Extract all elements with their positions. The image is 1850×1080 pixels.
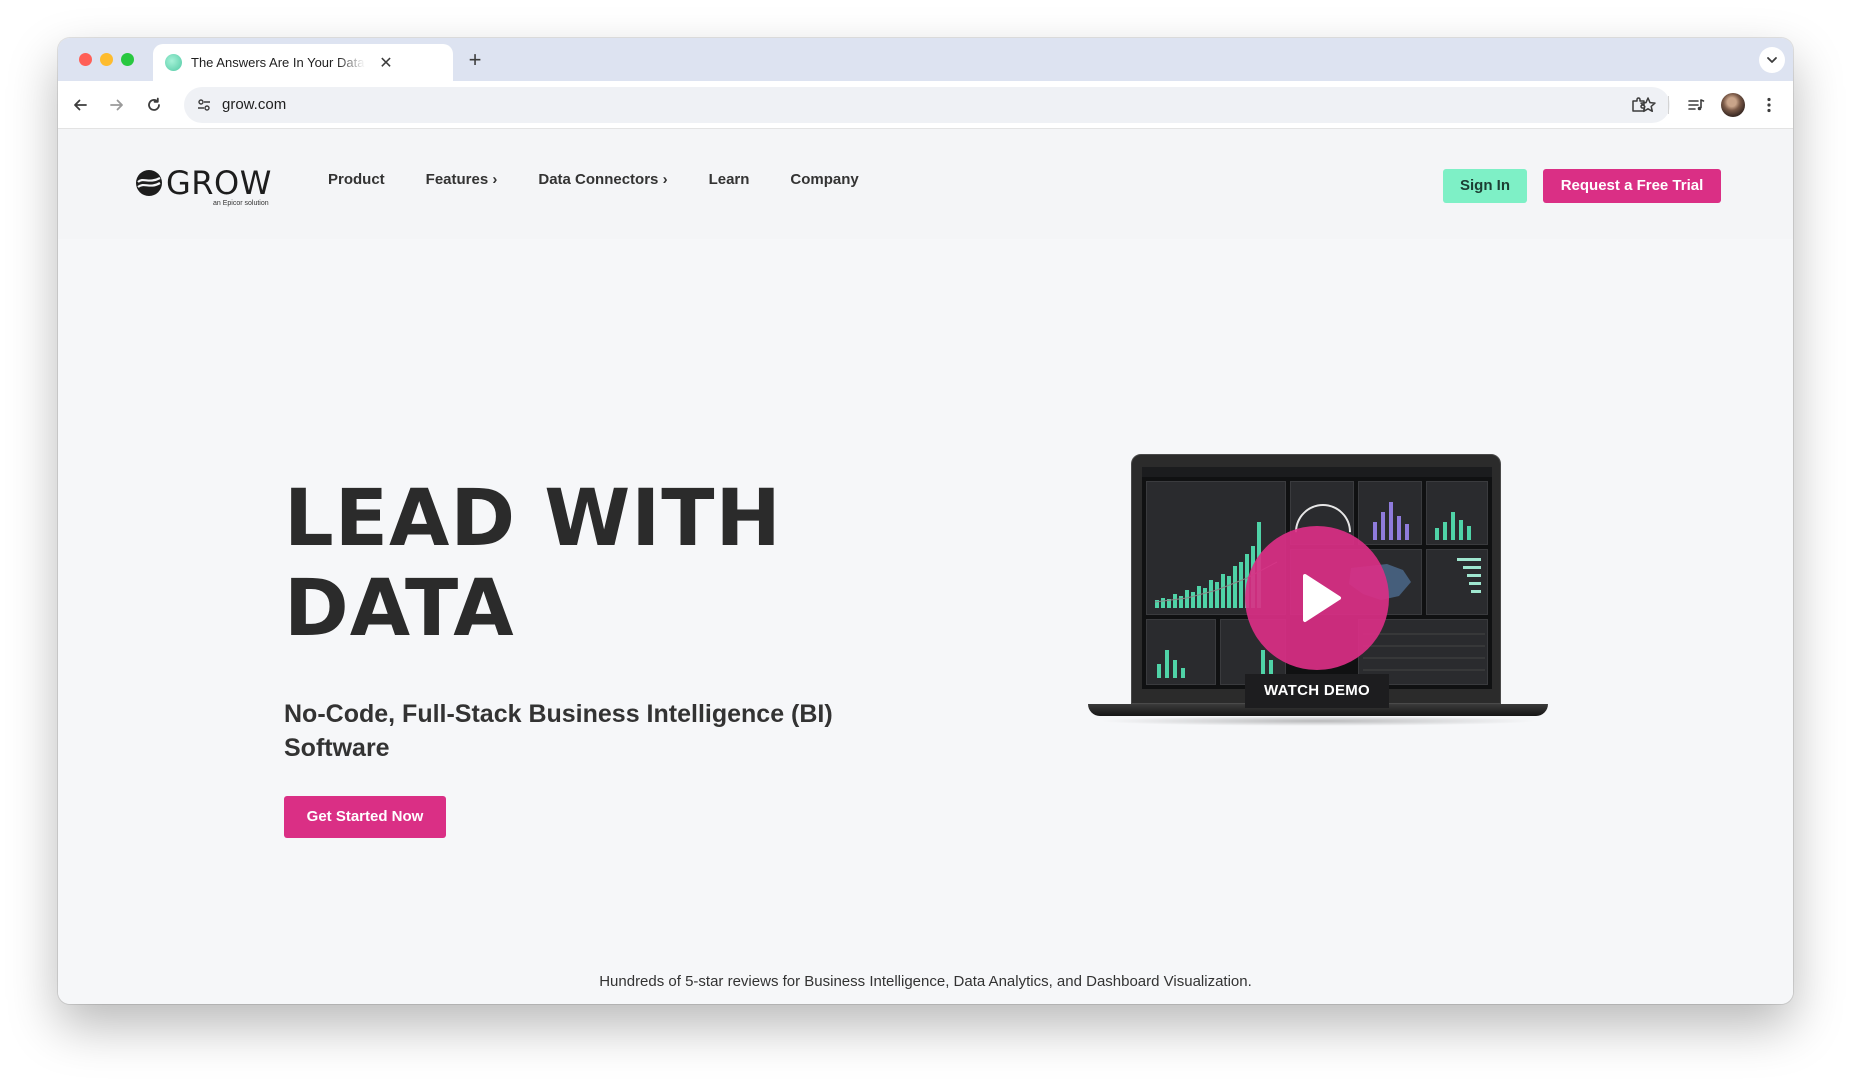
grow-logo-icon	[136, 170, 162, 196]
dashboard-panel	[1426, 481, 1488, 545]
play-icon	[1303, 574, 1341, 622]
sign-in-button[interactable]: Sign In	[1443, 169, 1527, 203]
minimize-window-button[interactable]	[100, 53, 113, 66]
plus-icon[interactable]: +	[461, 46, 489, 74]
reload-icon	[148, 97, 160, 111]
hero-subtitle: No-Code, Full-Stack Business Intelligenc…	[284, 700, 833, 762]
browser-tab[interactable]: The Answers Are In Your Data ✕	[153, 44, 453, 81]
grow-logo[interactable]: GROW an Epicor solution	[135, 165, 272, 209]
tab-strip: The Answers Are In Your Data ✕ +	[58, 38, 1793, 81]
address-bar[interactable]: grow.com	[184, 87, 1670, 123]
tab-search-button[interactable]	[1759, 47, 1785, 73]
profile-avatar[interactable]	[1721, 93, 1745, 117]
nav-features[interactable]: Features ›	[426, 171, 498, 188]
laptop-shadow	[1098, 716, 1538, 726]
hbar-chart-thumbnail	[1457, 558, 1481, 593]
main-nav: Product Features › Data Connectors › Lea…	[328, 171, 900, 188]
forward-button[interactable]	[105, 93, 129, 117]
media-control-icon	[1688, 99, 1705, 111]
forward-arrow-icon	[110, 99, 123, 111]
site-info-icon[interactable]	[194, 95, 214, 115]
logo-wordmark: GROW	[166, 164, 272, 202]
dashboard-panel	[1426, 549, 1488, 615]
back-arrow-icon	[74, 99, 87, 111]
reload-button[interactable]	[142, 93, 166, 117]
grow-favicon-icon	[165, 54, 182, 71]
nav-company[interactable]: Company	[790, 171, 858, 188]
bar-chart-thumbnail	[1435, 512, 1471, 540]
nav-learn[interactable]: Learn	[709, 171, 750, 188]
close-window-button[interactable]	[79, 53, 92, 66]
nav-data-connectors[interactable]: Data Connectors ›	[538, 171, 667, 188]
watch-demo-label[interactable]: WATCH DEMO	[1245, 674, 1389, 708]
toolbar-separator	[1668, 96, 1669, 114]
browser-menu-button[interactable]	[1757, 93, 1781, 117]
browser-toolbar: grow.com	[58, 81, 1793, 129]
request-free-trial-button[interactable]: Request a Free Trial	[1543, 169, 1721, 203]
tab-title: The Answers Are In Your Data	[191, 55, 365, 70]
media-control-button[interactable]	[1684, 93, 1708, 117]
get-started-button[interactable]: Get Started Now	[284, 796, 446, 838]
kebab-menu-icon	[1767, 97, 1771, 113]
logo-subtext: an Epicor solution	[213, 200, 269, 207]
bar-chart-thumbnail	[1157, 650, 1185, 678]
nav-product[interactable]: Product	[328, 171, 385, 188]
extensions-button[interactable]	[1627, 93, 1651, 117]
reviews-text: Hundreds of 5-star reviews for Business …	[599, 973, 1252, 990]
dashboard-panel	[1146, 619, 1216, 685]
web-page: GROW an Epicor solution Product Features…	[58, 129, 1793, 1004]
browser-window: The Answers Are In Your Data ✕ + grow.co…	[58, 38, 1793, 1004]
dashboard-topbar	[1142, 467, 1492, 477]
dashboard-panel	[1358, 481, 1422, 545]
back-button[interactable]	[68, 93, 92, 117]
site-header: GROW an Epicor solution Product Features…	[58, 129, 1793, 239]
play-demo-button[interactable]	[1245, 526, 1389, 670]
maximize-window-button[interactable]	[121, 53, 134, 66]
close-icon[interactable]: ✕	[377, 53, 395, 73]
extensions-icon	[1632, 97, 1645, 112]
bar-chart-thumbnail	[1373, 502, 1409, 540]
hero-title: LEAD WITH DATA	[284, 474, 782, 654]
url-text[interactable]: grow.com	[222, 87, 286, 123]
chevron-down-icon	[1767, 57, 1777, 63]
